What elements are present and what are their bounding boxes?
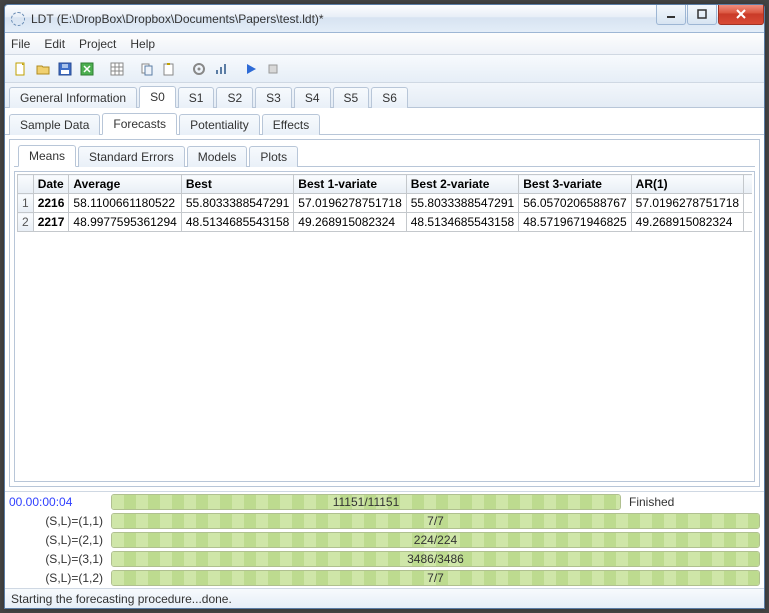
col-rownum[interactable] (18, 175, 34, 194)
cell-avg[interactable]: 48.9977595361294 (69, 213, 181, 232)
new-button[interactable] (11, 59, 31, 79)
cell-date[interactable]: 2217 (33, 213, 69, 232)
col-average[interactable]: Average (69, 175, 181, 194)
maximize-button[interactable] (687, 5, 717, 25)
stop-button[interactable] (263, 59, 283, 79)
menu-help[interactable]: Help (130, 37, 155, 51)
content-area: Sample Data Forecasts Potentiality Effec… (5, 108, 764, 608)
progress-main-status: Finished (629, 495, 760, 509)
sub-tab-strip: Sample Data Forecasts Potentiality Effec… (5, 108, 764, 135)
elapsed-time: 00.00:00:04 (9, 495, 103, 509)
table-row[interactable]: 2 2217 48.9977595361294 48.5134685543158… (18, 213, 753, 232)
progress-label: (S,L)=(1,2) (9, 571, 103, 585)
copy-button[interactable] (137, 59, 157, 79)
status-text: Starting the forecasting procedure...don… (11, 592, 232, 606)
progress-row: (S,L)=(2,1) 224/224 (9, 532, 760, 548)
tab-models[interactable]: Models (187, 146, 248, 167)
progress-row: (S,L)=(1,1) 7/7 (9, 513, 760, 529)
cell-blank[interactable] (744, 213, 752, 232)
progress-bar: 224/224 (111, 532, 760, 548)
tab-effects[interactable]: Effects (262, 114, 320, 135)
cell-rownum: 1 (18, 194, 34, 213)
cell-blank[interactable] (744, 194, 752, 213)
tab-s1[interactable]: S1 (178, 87, 215, 108)
cell-best[interactable]: 55.8033388547291 (181, 194, 293, 213)
main-tab-strip: General Information S0 S1 S2 S3 S4 S5 S6 (5, 83, 764, 108)
grid-panel: Date Average Best Best 1-variate Best 2-… (14, 171, 755, 482)
statusbar: Starting the forecasting procedure...don… (5, 588, 764, 608)
tab-s2[interactable]: S2 (216, 87, 253, 108)
progress-bar: 7/7 (111, 513, 760, 529)
progress-area: 00.00:00:04 11151/11151 Finished (S,L)=(… (5, 491, 764, 588)
export-button[interactable] (77, 59, 97, 79)
tab-standard-errors[interactable]: Standard Errors (78, 146, 185, 167)
sub2-tab-strip: Means Standard Errors Models Plots (14, 140, 755, 167)
open-button[interactable] (33, 59, 53, 79)
tab-means[interactable]: Means (18, 145, 76, 167)
paste-button[interactable] (159, 59, 179, 79)
tab-plots[interactable]: Plots (249, 146, 298, 167)
tab-forecasts[interactable]: Forecasts (102, 113, 177, 135)
window-title: LDT (E:\DropBox\Dropbox\Documents\Papers… (31, 12, 656, 26)
cell-ar1[interactable]: 57.0196278751718 (631, 194, 743, 213)
run-button[interactable] (241, 59, 261, 79)
tab-s3[interactable]: S3 (255, 87, 292, 108)
col-ar1[interactable]: AR(1) (631, 175, 743, 194)
col-best1[interactable]: Best 1-variate (294, 175, 406, 194)
titlebar[interactable]: LDT (E:\DropBox\Dropbox\Documents\Papers… (5, 5, 764, 33)
menu-project[interactable]: Project (79, 37, 116, 51)
col-best3[interactable]: Best 3-variate (519, 175, 631, 194)
tab-s4[interactable]: S4 (294, 87, 331, 108)
chart-button[interactable] (211, 59, 231, 79)
cell-avg[interactable]: 58.1100661180522 (69, 194, 181, 213)
tab-general-information[interactable]: General Information (9, 87, 137, 108)
table-row[interactable]: 1 2216 58.1100661180522 55.8033388547291… (18, 194, 753, 213)
progress-main-bar: 11151/11151 (111, 494, 621, 510)
tab-potentiality[interactable]: Potentiality (179, 114, 260, 135)
menu-file[interactable]: File (11, 37, 30, 51)
cell-b3[interactable]: 56.0570206588767 (519, 194, 631, 213)
cell-date[interactable]: 2216 (33, 194, 69, 213)
col-date[interactable]: Date (33, 175, 69, 194)
tab-s5[interactable]: S5 (333, 87, 370, 108)
close-button[interactable] (718, 5, 764, 25)
cell-best[interactable]: 48.5134685543158 (181, 213, 293, 232)
window-buttons (656, 5, 764, 25)
progress-label: (S,L)=(1,1) (9, 514, 103, 528)
toolbar (5, 55, 764, 83)
menubar: File Edit Project Help (5, 33, 764, 55)
cell-b1[interactable]: 49.268915082324 (294, 213, 406, 232)
cell-b2[interactable]: 48.5134685543158 (406, 213, 518, 232)
table-button[interactable] (107, 59, 127, 79)
tab-s6[interactable]: S6 (371, 87, 408, 108)
col-best[interactable]: Best (181, 175, 293, 194)
data-grid[interactable]: Date Average Best Best 1-variate Best 2-… (17, 174, 752, 479)
cell-ar1[interactable]: 49.268915082324 (631, 213, 743, 232)
col-blank[interactable] (744, 175, 752, 194)
progress-bar: 3486/3486 (111, 551, 760, 567)
app-window: LDT (E:\DropBox\Dropbox\Documents\Papers… (4, 4, 765, 609)
cell-b2[interactable]: 55.8033388547291 (406, 194, 518, 213)
settings-button[interactable] (189, 59, 209, 79)
forecasts-panel: Means Standard Errors Models Plots Date … (9, 139, 760, 487)
progress-row: (S,L)=(1,2) 7/7 (9, 570, 760, 586)
progress-label: (S,L)=(3,1) (9, 552, 103, 566)
progress-label: (S,L)=(2,1) (9, 533, 103, 547)
app-icon (11, 12, 25, 26)
tab-sample-data[interactable]: Sample Data (9, 114, 100, 135)
cell-rownum: 2 (18, 213, 34, 232)
menu-edit[interactable]: Edit (44, 37, 65, 51)
progress-main-row: 00.00:00:04 11151/11151 Finished (9, 494, 760, 510)
progress-bar: 7/7 (111, 570, 760, 586)
save-button[interactable] (55, 59, 75, 79)
minimize-button[interactable] (656, 5, 686, 25)
cell-b3[interactable]: 48.5719671946825 (519, 213, 631, 232)
progress-row: (S,L)=(3,1) 3486/3486 (9, 551, 760, 567)
col-best2[interactable]: Best 2-variate (406, 175, 518, 194)
cell-b1[interactable]: 57.0196278751718 (294, 194, 406, 213)
tab-s0[interactable]: S0 (139, 86, 176, 108)
